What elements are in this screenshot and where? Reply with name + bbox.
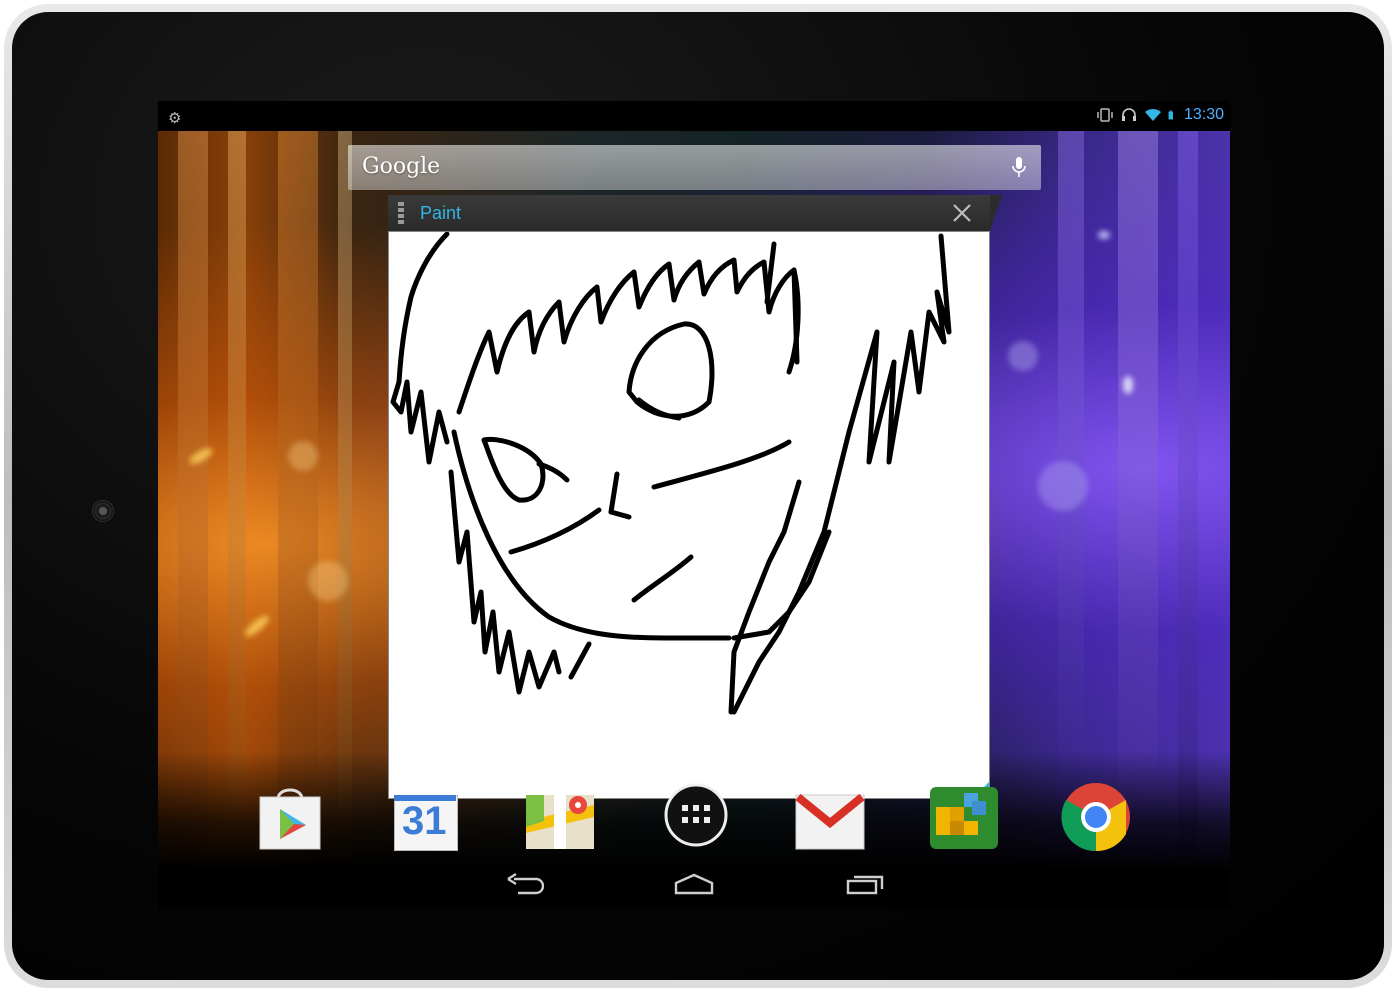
wifi-icon bbox=[1144, 108, 1161, 121]
status-clock: 13:30 bbox=[1183, 106, 1224, 123]
gmail-icon[interactable] bbox=[794, 781, 866, 853]
maps-icon[interactable] bbox=[524, 781, 596, 853]
drawing-strokes bbox=[390, 231, 952, 715]
wallpaper-sparkle bbox=[1038, 461, 1088, 511]
chrome-icon[interactable] bbox=[1060, 781, 1132, 853]
mic-icon[interactable] bbox=[1011, 156, 1027, 180]
home-screen: ⚙ 13:30 Google Paint 31 bbox=[158, 101, 1230, 909]
stroke bbox=[631, 554, 694, 603]
wallpaper-sparkle bbox=[1008, 341, 1038, 371]
home-icon[interactable] bbox=[674, 871, 714, 897]
wallpaper-sparkle bbox=[1123, 376, 1133, 394]
stroke bbox=[608, 471, 632, 520]
front-camera bbox=[92, 500, 114, 522]
stroke bbox=[481, 436, 546, 503]
debug-icon: ⚙ bbox=[168, 110, 182, 127]
stroke bbox=[568, 641, 592, 680]
calendar-icon[interactable]: 31 bbox=[390, 781, 462, 853]
back-icon[interactable] bbox=[504, 871, 544, 897]
navigation-bar bbox=[158, 863, 1230, 909]
play-store-icon[interactable] bbox=[254, 781, 326, 853]
stroke bbox=[390, 231, 450, 465]
recent-apps-icon[interactable] bbox=[846, 871, 886, 897]
paint-titlebar[interactable]: Paint bbox=[388, 195, 1002, 231]
wallpaper-sparkle bbox=[308, 561, 348, 601]
game-icon[interactable] bbox=[928, 781, 1000, 853]
window-title: Paint bbox=[420, 203, 462, 223]
grip-icon[interactable] bbox=[398, 202, 404, 224]
paint-window[interactable]: Paint bbox=[388, 195, 1002, 799]
wallpaper-sparkle bbox=[288, 441, 318, 471]
paint-canvas[interactable] bbox=[388, 231, 990, 799]
google-logo: Google bbox=[362, 154, 441, 179]
calendar-day: 31 bbox=[402, 799, 447, 843]
stroke bbox=[728, 479, 802, 715]
battery-icon bbox=[1168, 110, 1173, 120]
stroke bbox=[508, 507, 602, 555]
status-icons: 13:30 bbox=[1096, 106, 1224, 124]
stroke bbox=[448, 469, 562, 695]
wallpaper-sparkle bbox=[1098, 231, 1110, 239]
vibrate-icon bbox=[1097, 108, 1113, 122]
google-search-bar[interactable]: Google bbox=[348, 145, 1041, 190]
close-icon[interactable] bbox=[950, 201, 974, 225]
stroke bbox=[651, 439, 792, 490]
app-drawer-icon[interactable] bbox=[660, 781, 732, 853]
status-bar[interactable]: ⚙ 13:30 bbox=[158, 101, 1230, 131]
dock: 31 bbox=[158, 781, 1230, 861]
headset-icon bbox=[1121, 108, 1136, 121]
